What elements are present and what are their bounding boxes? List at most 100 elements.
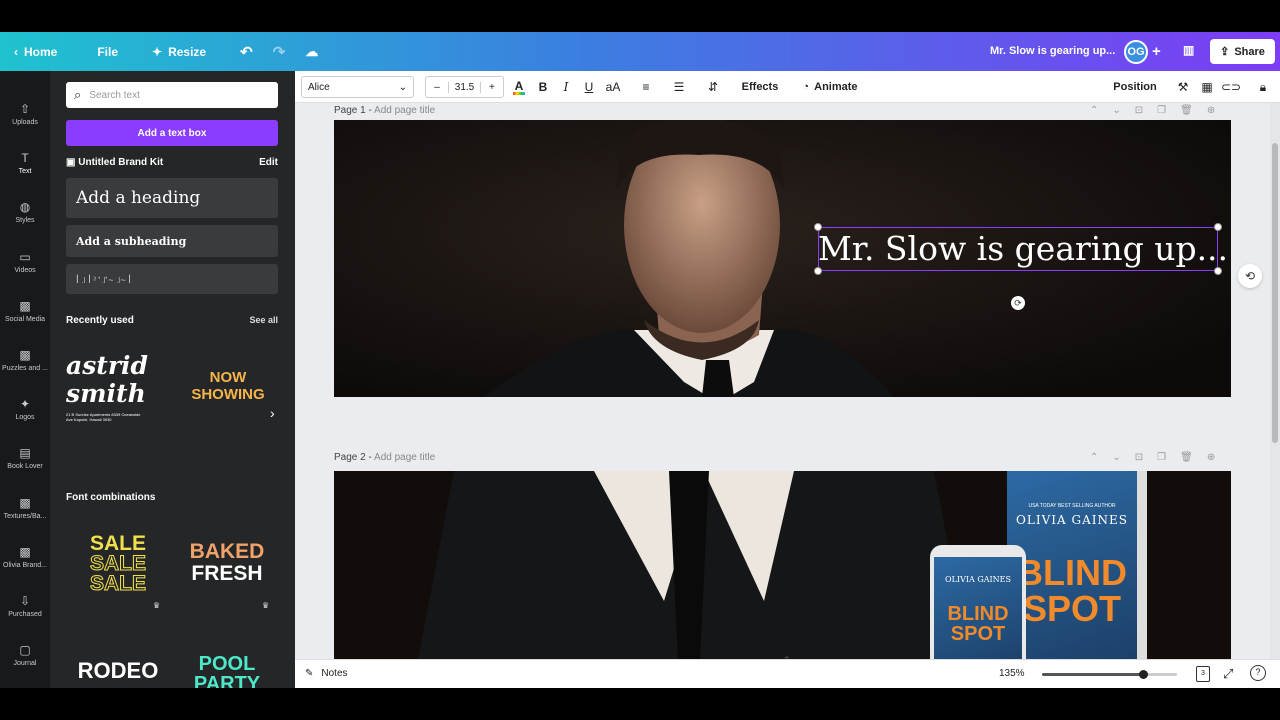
resize-button[interactable]: ✦ Resize — [142, 32, 216, 71]
page-collapse-handle[interactable]: ⌃ — [783, 655, 791, 666]
add-text-box-button[interactable]: Add a text box — [66, 120, 278, 146]
rail-item-book-lover[interactable]: ▤ Book Lover — [0, 446, 50, 470]
spacing-button[interactable]: ⇵ — [705, 76, 721, 98]
rotate-handle[interactable]: ⟳ — [1011, 296, 1025, 310]
recently-used-header: Recently used See all — [66, 315, 278, 326]
letter-case-button[interactable]: aA — [603, 76, 623, 98]
rail-item-purchased[interactable]: ⇩ Purchased — [0, 594, 50, 618]
rail-item-logos[interactable]: ✦ Logos — [0, 397, 50, 421]
page-2-title[interactable]: Page 2 - Add page title — [334, 452, 435, 463]
paint-format-button[interactable]: ⚒ — [1175, 76, 1191, 98]
undo-button[interactable]: ↶ — [230, 32, 263, 71]
font-size-input[interactable]: 31.5 — [448, 81, 481, 93]
avatar[interactable]: OG — [1124, 40, 1148, 64]
bold-button[interactable]: B — [535, 76, 551, 98]
effects-button[interactable]: Effects — [740, 76, 780, 98]
resize-handle[interactable] — [814, 223, 822, 231]
font-combo-pool-party[interactable]: POOL PARTY — [175, 651, 279, 689]
chevron-up-icon[interactable]: ⌃ — [1090, 105, 1098, 116]
duplicate-icon[interactable]: ❐ — [1157, 452, 1166, 463]
help-button[interactable]: ? — [1250, 665, 1266, 681]
file-menu-button[interactable]: File — [87, 32, 128, 71]
resize-handle[interactable] — [814, 267, 822, 275]
italic-button[interactable]: I — [558, 76, 574, 98]
text-color-button[interactable]: A — [511, 76, 527, 98]
design-canvas: Page 1 - Add page title ⌃ ⌄ ⊡ ❐ 🗑︎ ⊕ Mr.… — [295, 103, 1270, 681]
page-count-button[interactable]: 3 — [1196, 666, 1210, 682]
align-center-icon: ≡ — [642, 80, 650, 94]
rail-item-textures-ba[interactable]: ▩ Textures/Ba... — [0, 496, 50, 520]
see-all-link[interactable]: See all — [249, 315, 278, 326]
page-1[interactable]: Mr. Slow is gearing up... ⟳ — [334, 120, 1231, 397]
font-combo-sale[interactable]: SALE SALE SALE — [66, 526, 170, 601]
lock-icon[interactable]: ⊡ — [1135, 452, 1143, 463]
link-button[interactable]: ⊂⊃ — [1221, 76, 1241, 98]
rail-item-social-media[interactable]: ▩ Social Media — [0, 299, 50, 323]
rail-item-puzzles-and[interactable]: ▩ Puzzles and ... — [0, 348, 50, 372]
font-family-select[interactable]: Alice ⌄ — [301, 76, 414, 98]
trash-icon[interactable]: 🗑︎ — [1180, 452, 1193, 463]
chevron-down-icon[interactable]: ⌄ — [1112, 105, 1120, 116]
zoom-slider[interactable] — [1042, 670, 1177, 679]
add-body-text-card[interactable]: ꟾ ꜌ ꟾ ꜅ ꜗ ꜌ꜗ ~ ꜌~ ꟾ — [66, 264, 278, 294]
page-1-title[interactable]: Page 1 - Add page title — [334, 105, 435, 116]
resize-handle[interactable] — [1214, 223, 1222, 231]
rail-item-videos[interactable]: ▭ Videos — [0, 250, 50, 274]
upload-arrow-icon: ⇪ — [1220, 46, 1230, 58]
left-rail: ⇧ Uploads T Text ◍ Styles ▭ Videos ▩ Social Media… — [0, 71, 50, 688]
notes-button[interactable]: ✎ Notes — [305, 668, 348, 679]
search-text-input[interactable]: ⌕ Search text — [66, 82, 278, 108]
zoom-slider-fill — [1042, 673, 1144, 676]
rail-item-styles[interactable]: ◍ Styles — [0, 200, 50, 224]
search-icon: ⌕ — [74, 87, 82, 102]
animate-button[interactable]: ◔ Animate — [800, 76, 860, 98]
add-collaborator-button[interactable]: + — [1152, 43, 1161, 60]
document-title[interactable]: Mr. Slow is gearing up... — [990, 32, 1115, 71]
zoom-percent[interactable]: 135% — [999, 668, 1025, 679]
canvas-scrollbar[interactable] — [1270, 103, 1280, 681]
rail-item-olivia-brand[interactable]: ▩ Olivia Brand... — [0, 545, 50, 569]
cloud-save-button[interactable]: ☁ — [295, 32, 328, 71]
font-combo-baked-fresh[interactable]: BAKED FRESH — [175, 533, 279, 593]
scrollbar-thumb[interactable] — [1272, 143, 1278, 443]
home-button[interactable]: ‹ Home — [0, 32, 67, 71]
redo-button[interactable]: ↷ — [263, 32, 296, 71]
font-size-stepper[interactable]: – 31.5 + — [425, 76, 504, 98]
recent-template-now-showing[interactable]: NOW SHOWING — [178, 351, 278, 421]
fullscreen-button[interactable]: ⤢ — [1223, 666, 1233, 682]
analytics-button[interactable]: ▥ — [1183, 43, 1194, 57]
brand-kit-edit-link[interactable]: Edit — [259, 157, 278, 168]
rail-item-journal[interactable]: ▢ Journal — [0, 643, 50, 667]
rail-item-text[interactable]: T Text — [0, 151, 50, 175]
add-page-icon[interactable]: ⊕ — [1207, 105, 1215, 116]
list-button[interactable]: ☰ — [671, 76, 687, 98]
trash-icon[interactable]: 🗑︎ — [1180, 105, 1193, 116]
carousel-next-icon[interactable]: › — [270, 405, 275, 421]
increase-size-button[interactable]: + — [481, 82, 503, 93]
chevron-down-icon[interactable]: ⌄ — [1112, 452, 1120, 463]
zoom-slider-knob[interactable] — [1139, 670, 1149, 679]
bullet-list-icon: ☰ — [673, 80, 685, 94]
underline-button[interactable]: U — [581, 76, 597, 98]
transparency-button[interactable]: ▦ — [1199, 76, 1215, 98]
align-button[interactable]: ≡ — [638, 76, 654, 98]
decrease-size-button[interactable]: – — [426, 82, 448, 93]
chevron-down-icon: ⌄ — [398, 81, 407, 93]
share-button[interactable]: ⇪ Share — [1210, 39, 1275, 64]
chevron-up-icon[interactable]: ⌃ — [1090, 452, 1098, 463]
lock-button[interactable]: 🔒︎ — [1255, 76, 1271, 98]
font-combo-rodeo[interactable]: RODEO — [66, 651, 170, 688]
expand-icon: ⤢ — [1223, 666, 1234, 681]
refresh-side-button[interactable]: ⟲ — [1238, 264, 1262, 288]
recent-template-astrid[interactable]: astrid smith 21 B Sunrise Apartments 833… — [66, 339, 166, 434]
resize-handle[interactable] — [1214, 267, 1222, 275]
add-subheading-card[interactable]: Add a subheading — [66, 225, 278, 257]
duplicate-icon[interactable]: ❐ — [1157, 105, 1166, 116]
position-button[interactable]: Position — [1110, 76, 1160, 98]
rail-item-uploads[interactable]: ⇧ Uploads — [0, 102, 50, 126]
add-heading-card[interactable]: Add a heading — [66, 178, 278, 218]
image-thumb-icon: ▩ — [19, 299, 31, 313]
lock-icon[interactable]: ⊡ — [1135, 105, 1143, 116]
add-page-icon[interactable]: ⊕ — [1207, 452, 1215, 463]
page-2[interactable]: USA TODAY BEST SELLING AUTHOR OLIVIA GAI… — [334, 471, 1231, 681]
